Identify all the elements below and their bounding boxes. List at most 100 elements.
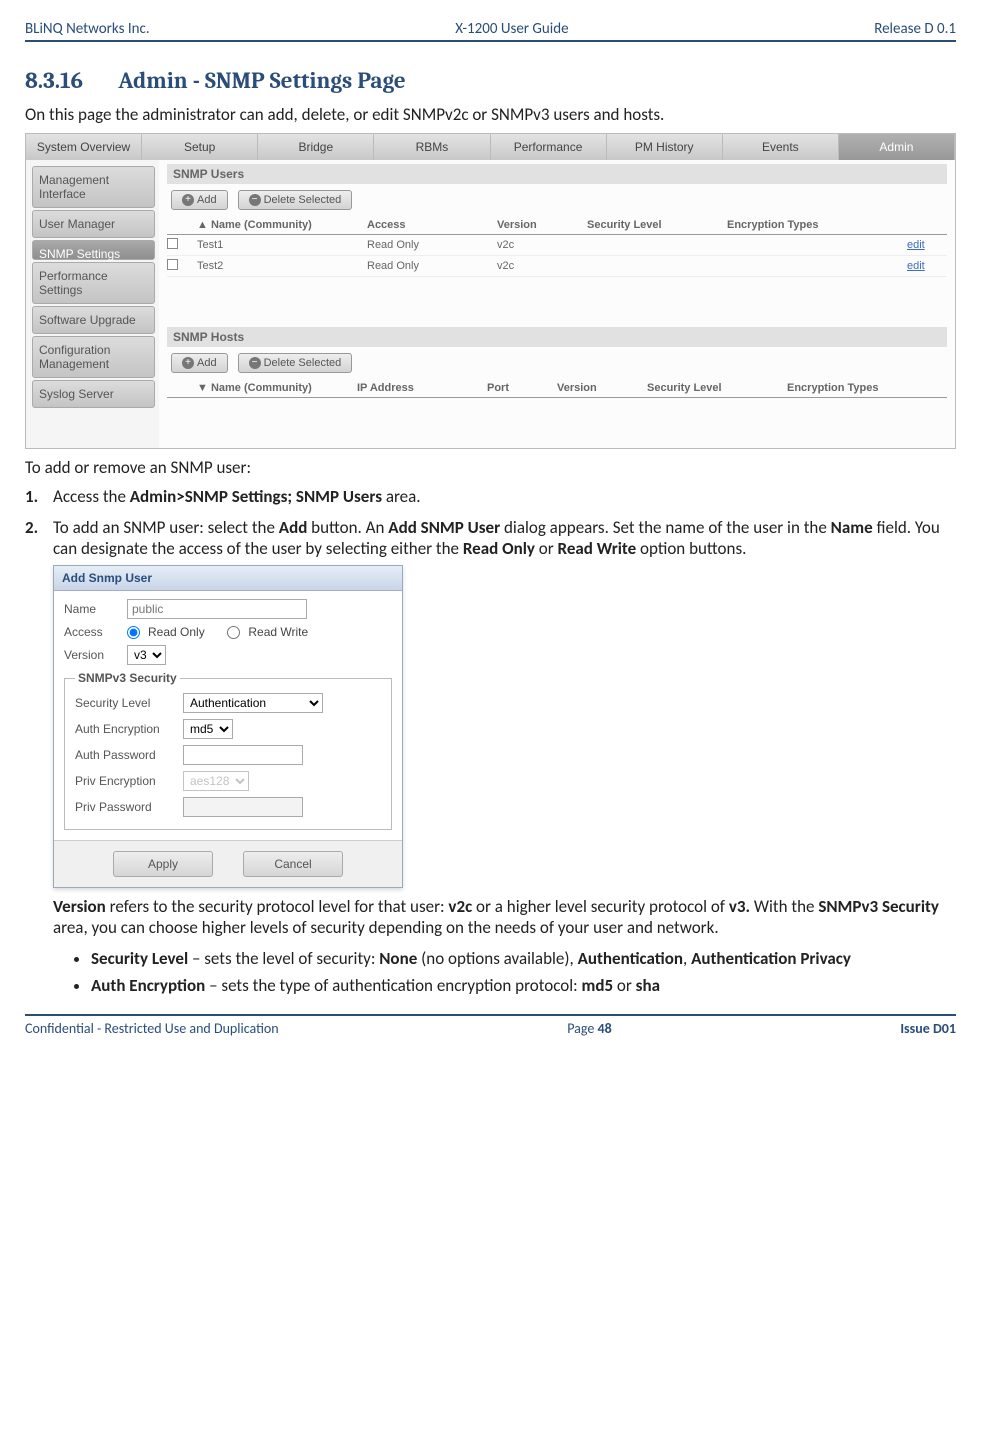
col-port: Port <box>487 382 557 394</box>
minus-icon: − <box>249 194 261 206</box>
procedure-lead: To add or remove an SNMP user: <box>25 457 956 478</box>
add-user-button[interactable]: +Add <box>171 190 228 210</box>
name-input[interactable] <box>127 599 307 619</box>
cell-version: v2c <box>497 239 587 251</box>
sidebar-item-software-upgrade[interactable]: Software Upgrade <box>32 306 155 334</box>
top-tabs: System Overview Setup Bridge RBMs Perfor… <box>26 134 955 160</box>
tab-admin[interactable]: Admin <box>839 134 955 160</box>
col-security: Security Level <box>587 219 727 231</box>
col-encryption: Encryption Types <box>727 219 907 231</box>
priv-password-input <box>183 797 303 817</box>
cell-version: v2c <box>497 260 587 272</box>
bullet-security-level: Security Level – sets the level of secur… <box>91 948 956 969</box>
col-security: Security Level <box>647 382 787 394</box>
security-level-label: Security Level <box>75 696 175 710</box>
row-checkbox[interactable] <box>167 259 178 270</box>
bullet-list: Security Level – sets the level of secur… <box>53 948 956 996</box>
priv-password-label: Priv Password <box>75 800 175 814</box>
screenshot-add-snmp-user-dialog: Add Snmp User Name Access Read Only Read… <box>53 565 403 888</box>
auth-password-label: Auth Password <box>75 748 175 762</box>
sidebar-item-syslog-server[interactable]: Syslog Server <box>32 380 155 408</box>
cell-name: Test1 <box>197 239 367 251</box>
footer-left: Confidential - Restricted Use and Duplic… <box>25 1020 279 1037</box>
sidebar-item-performance-settings[interactable]: Performance Settings <box>32 262 155 304</box>
snmp-users-title: SNMP Users <box>167 164 947 184</box>
delete-label: Delete Selected <box>264 357 342 369</box>
add-host-button[interactable]: +Add <box>171 353 228 373</box>
section-number: 8.3.16 <box>25 67 83 94</box>
minus-icon: − <box>249 357 261 369</box>
plus-icon: + <box>182 357 194 369</box>
read-only-radio[interactable] <box>127 626 140 639</box>
footer-page: Page 48 <box>567 1020 611 1037</box>
table-row: Test2 Read Only v2c edit <box>167 256 947 277</box>
col-name: Name (Community) <box>211 219 312 231</box>
intro-text: On this page the administrator can add, … <box>25 104 956 125</box>
col-name: Name (Community) <box>211 382 312 394</box>
hosts-table-header: ▼ Name (Community) IP Address Port Versi… <box>167 379 947 398</box>
col-version: Version <box>557 382 647 394</box>
col-version: Version <box>497 219 587 231</box>
read-write-radio[interactable] <box>227 626 240 639</box>
table-row: Test1 Read Only v2c edit <box>167 235 947 256</box>
footer-right: Issue D01 <box>900 1020 956 1037</box>
tab-performance[interactable]: Performance <box>491 134 607 160</box>
add-label: Add <box>197 357 217 369</box>
add-label: Add <box>197 194 217 206</box>
snmpv3-security-fieldset: SNMPv3 Security Security Level Authentic… <box>64 671 392 830</box>
screenshot-snmp-page: System Overview Setup Bridge RBMs Perfor… <box>25 133 956 449</box>
priv-encryption-select: aes128 <box>183 771 249 791</box>
users-table-header: ▲ Name (Community) Access Version Securi… <box>167 216 947 235</box>
version-label: Version <box>64 648 119 662</box>
auth-password-input[interactable] <box>183 745 303 765</box>
doc-header: BLiNQ Networks Inc. X-1200 User Guide Re… <box>25 20 956 42</box>
edit-link[interactable]: edit <box>907 260 947 272</box>
sidebar-item-management-interface[interactable]: Management Interface <box>32 166 155 208</box>
dialog-title: Add Snmp User <box>54 566 402 591</box>
auth-encryption-label: Auth Encryption <box>75 722 175 736</box>
tab-pm-history[interactable]: PM History <box>607 134 723 160</box>
snmp-hosts-title: SNMP Hosts <box>167 327 947 347</box>
version-explain: Version refers to the security protocol … <box>53 896 956 938</box>
tab-events[interactable]: Events <box>723 134 839 160</box>
col-access: Access <box>367 219 497 231</box>
tab-bridge[interactable]: Bridge <box>258 134 374 160</box>
security-level-select[interactable]: Authentication <box>183 693 323 713</box>
row-checkbox[interactable] <box>167 238 178 249</box>
tab-rbms[interactable]: RBMs <box>374 134 490 160</box>
priv-encryption-label: Priv Encryption <box>75 774 175 788</box>
cell-name: Test2 <box>197 260 367 272</box>
tab-setup[interactable]: Setup <box>142 134 258 160</box>
version-select[interactable]: v3 <box>127 645 166 665</box>
fieldset-legend: SNMPv3 Security <box>75 671 180 685</box>
sidebar-item-user-manager[interactable]: User Manager <box>32 210 155 238</box>
plus-icon: + <box>182 194 194 206</box>
step-2: 2. To add an SNMP user: select the Add b… <box>53 517 956 996</box>
cell-access: Read Only <box>367 239 497 251</box>
cell-access: Read Only <box>367 260 497 272</box>
header-center: X-1200 User Guide <box>455 20 568 38</box>
delete-selected-button[interactable]: −Delete Selected <box>238 190 353 210</box>
access-label: Access <box>64 625 119 639</box>
delete-label: Delete Selected <box>264 194 342 206</box>
doc-footer: Confidential - Restricted Use and Duplic… <box>25 1014 956 1037</box>
col-ip: IP Address <box>357 382 487 394</box>
sidebar-item-snmp-settings[interactable]: SNMP Settings <box>32 240 155 260</box>
edit-link[interactable]: edit <box>907 239 947 251</box>
name-label: Name <box>64 602 119 616</box>
header-left: BLiNQ Networks Inc. <box>25 20 150 38</box>
section-heading: 8.3.16 Admin - SNMP Settings Page <box>25 67 956 94</box>
tab-system-overview[interactable]: System Overview <box>26 134 142 160</box>
step-1: 1. Access the Admin>SNMP Settings; SNMP … <box>53 486 956 507</box>
bullet-auth-encryption: Auth Encryption – sets the type of authe… <box>91 975 956 996</box>
read-write-text: Read Write <box>248 625 308 639</box>
auth-encryption-select[interactable]: md5 <box>183 719 233 739</box>
admin-sidebar: Management Interface User Manager SNMP S… <box>26 160 159 448</box>
sidebar-item-configuration-management[interactable]: Configuration Management <box>32 336 155 378</box>
delete-selected-hosts-button[interactable]: −Delete Selected <box>238 353 353 373</box>
col-encryption: Encryption Types <box>787 382 937 394</box>
apply-button[interactable]: Apply <box>113 851 213 877</box>
header-right: Release D 0.1 <box>874 20 956 38</box>
cancel-button[interactable]: Cancel <box>243 851 343 877</box>
section-title-text: Admin - SNMP Settings Page <box>118 67 405 94</box>
